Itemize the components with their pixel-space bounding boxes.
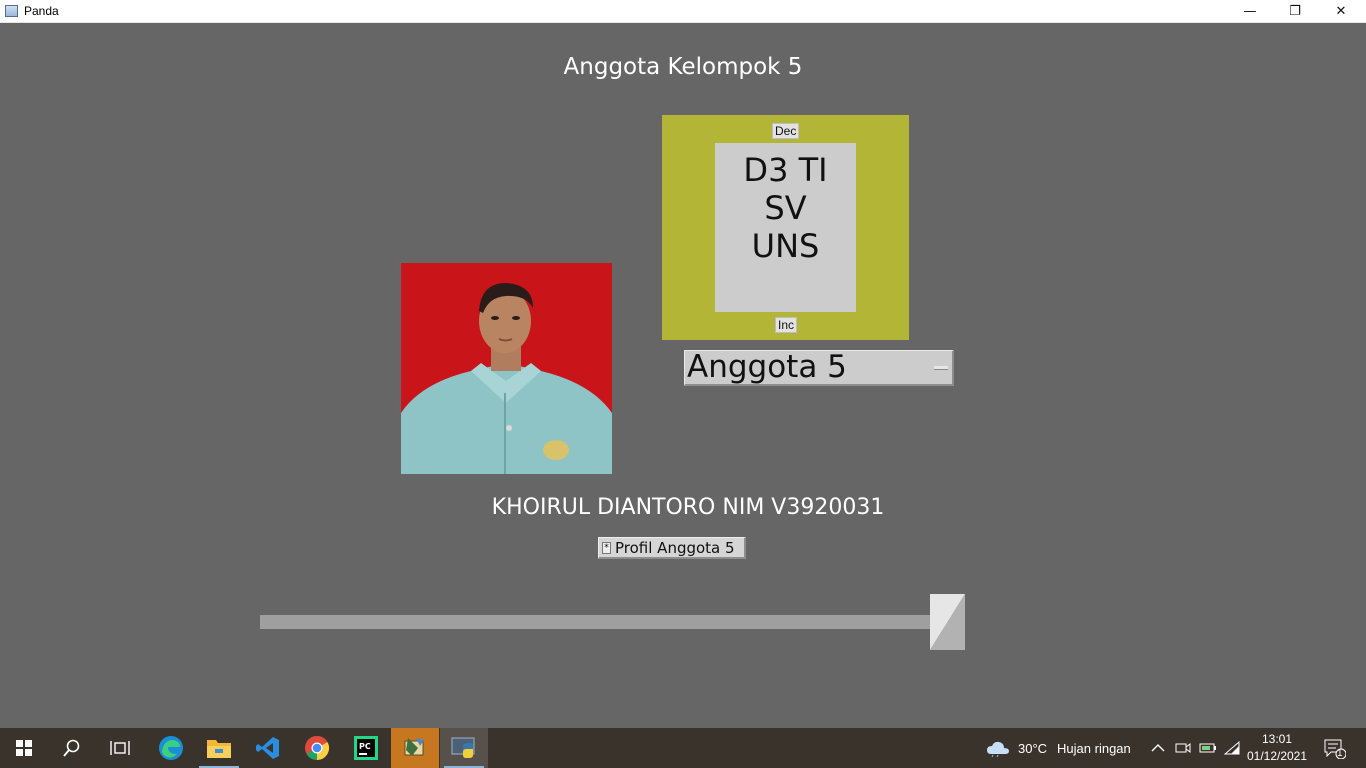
battery-icon[interactable] (1199, 728, 1217, 768)
portrait-image (401, 263, 612, 474)
chrome-icon[interactable] (293, 728, 341, 768)
radio-indicator-icon: * (602, 541, 611, 554)
scroll-text-box: D3 TI SV UNS (715, 143, 856, 312)
dec-button[interactable]: Dec (772, 123, 800, 139)
notification-count: 1 (1337, 748, 1343, 759)
search-icon[interactable] (48, 728, 96, 768)
start-icon[interactable] (0, 728, 48, 768)
slider-track[interactable] (260, 615, 962, 629)
python-idle-icon[interactable] (391, 728, 439, 768)
action-center-icon[interactable]: 1 (1324, 728, 1346, 768)
weather-temp: 30°C (1018, 740, 1048, 756)
member-photo (401, 263, 612, 474)
member-name-label: KHOIRUL DIANTORO NIM V3920031 (491, 495, 885, 520)
weather-widget[interactable]: 30°C Hujan ringan (986, 728, 1131, 768)
file-explorer-icon[interactable] (195, 728, 243, 768)
maximize-button[interactable]: ❐ (1272, 0, 1318, 23)
dropdown-indicator-icon[interactable] (934, 366, 948, 370)
profile-button-label: Profil Anggota 5 (615, 538, 735, 557)
scroll-text-line: SV (764, 189, 807, 227)
member-dropdown-value: Anggota 5 (687, 349, 847, 385)
chevron-up-icon (1151, 744, 1165, 752)
vscode-icon[interactable] (244, 728, 292, 768)
task-view-icon[interactable] (96, 728, 144, 768)
pycharm-icon[interactable]: PC (342, 728, 390, 768)
profile-button[interactable]: * Profil Anggota 5 (598, 537, 746, 559)
edge-icon[interactable] (147, 728, 195, 768)
clock-date: 01/12/2021 (1246, 749, 1308, 763)
clock-time: 13:01 (1261, 732, 1293, 746)
scroll-frame: Dec D3 TI SV UNS Inc (662, 115, 909, 340)
app-window-icon (5, 5, 18, 17)
show-hidden-icons[interactable] (1151, 728, 1165, 768)
system-clock[interactable]: 13:01 01/12/2021 (1244, 731, 1310, 765)
close-button[interactable]: ✕ (1318, 0, 1364, 23)
minimize-button[interactable]: — (1227, 0, 1273, 23)
scroll-text-line: D3 TI (743, 151, 828, 189)
taskbar: PC 30°C Hujan ringan 13:01 01/12/2021 1 (0, 728, 1366, 768)
wifi-icon[interactable] (1224, 728, 1240, 768)
weather-cloud-icon (987, 741, 1009, 757)
svg-text:PC: PC (359, 742, 371, 751)
scroll-text-line: UNS (751, 227, 820, 265)
page-title: Anggota Kelompok 5 (563, 54, 803, 80)
meet-now-icon[interactable] (1175, 728, 1191, 768)
title-bar: Panda — ❐ ✕ (0, 0, 1366, 23)
python-window-icon[interactable] (440, 728, 488, 768)
window-title: Panda (24, 4, 59, 18)
inc-button[interactable]: Inc (775, 317, 798, 333)
member-dropdown[interactable]: Anggota 5 (684, 350, 954, 386)
slider-thumb[interactable] (930, 594, 965, 650)
weather-desc: Hujan ringan (1057, 740, 1131, 756)
